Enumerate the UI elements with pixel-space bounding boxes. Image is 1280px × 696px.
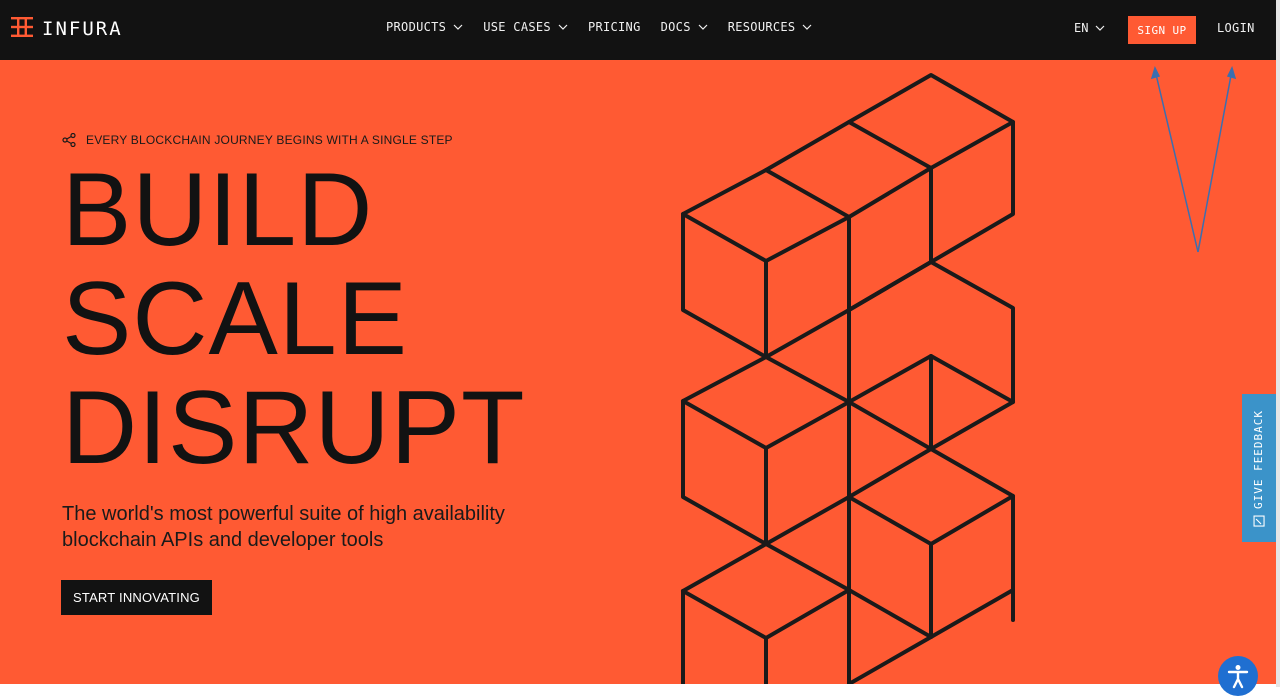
top-nav: INFURA PRODUCTS USE CASES PRICING DOCS R… — [0, 0, 1276, 60]
nav-item-label: PRODUCTS — [386, 20, 447, 34]
nav-item-resources[interactable]: RESOURCES — [728, 20, 813, 34]
feedback-icon — [1253, 514, 1265, 527]
start-innovating-button[interactable]: START INNOVATING — [61, 580, 212, 615]
sign-up-button[interactable]: SIGN UP — [1128, 16, 1196, 44]
nav-item-label: PRICING — [587, 20, 641, 34]
headline-line: BUILD — [62, 152, 374, 268]
nav-item-label: USE CASES — [483, 20, 551, 34]
brand-logo[interactable]: INFURA — [10, 15, 123, 44]
nav-item-products[interactable]: PRODUCTS — [386, 20, 463, 34]
feedback-tab-content: GIVE FEEDBACK — [1252, 409, 1266, 527]
language-label: EN — [1074, 21, 1089, 35]
main-menu: PRODUCTS USE CASES PRICING DOCS RESOURCE… — [386, 20, 832, 34]
nav-item-pricing[interactable]: PRICING — [588, 20, 641, 34]
hero-section: EVERY BLOCKCHAIN JOURNEY BEGINS WITH A S… — [0, 60, 1276, 684]
give-feedback-tab[interactable]: GIVE FEEDBACK — [1242, 394, 1276, 542]
chevron-down-icon — [453, 24, 463, 30]
nav-item-docs[interactable]: DOCS — [661, 20, 708, 34]
chevron-down-icon — [803, 24, 812, 30]
brand-name: INFURA — [42, 18, 123, 40]
nav-item-label: RESOURCES — [727, 20, 796, 34]
accessibility-button[interactable] — [1218, 656, 1258, 696]
headline-line: SCALE — [62, 261, 409, 377]
hero-headline: BUILD SCALE DISRUPT — [62, 156, 525, 483]
chevron-down-icon — [558, 24, 568, 30]
page: INFURA PRODUCTS USE CASES PRICING DOCS R… — [0, 0, 1280, 696]
share-nodes-icon — [62, 133, 76, 147]
hero-eyebrow: EVERY BLOCKCHAIN JOURNEY BEGINS WITH A S… — [62, 133, 453, 147]
nav-item-use-cases[interactable]: USE CASES — [483, 20, 568, 34]
chevron-down-icon — [698, 24, 708, 30]
hero-subtitle: The world's most powerful suite of high … — [62, 503, 505, 551]
nav-item-label: DOCS — [660, 20, 691, 34]
language-selector[interactable]: EN — [1074, 21, 1105, 35]
accessibility-icon — [1227, 665, 1249, 689]
chevron-down-icon — [1096, 25, 1105, 31]
infura-logo-icon — [10, 15, 34, 44]
eyebrow-text: EVERY BLOCKCHAIN JOURNEY BEGINS WITH A S… — [86, 133, 453, 147]
login-link[interactable]: LOGIN — [1217, 21, 1255, 35]
scrollbar[interactable] — [1276, 0, 1280, 687]
headline-line: DISRUPT — [62, 370, 526, 486]
feedback-label: GIVE FEEDBACK — [1252, 409, 1266, 509]
